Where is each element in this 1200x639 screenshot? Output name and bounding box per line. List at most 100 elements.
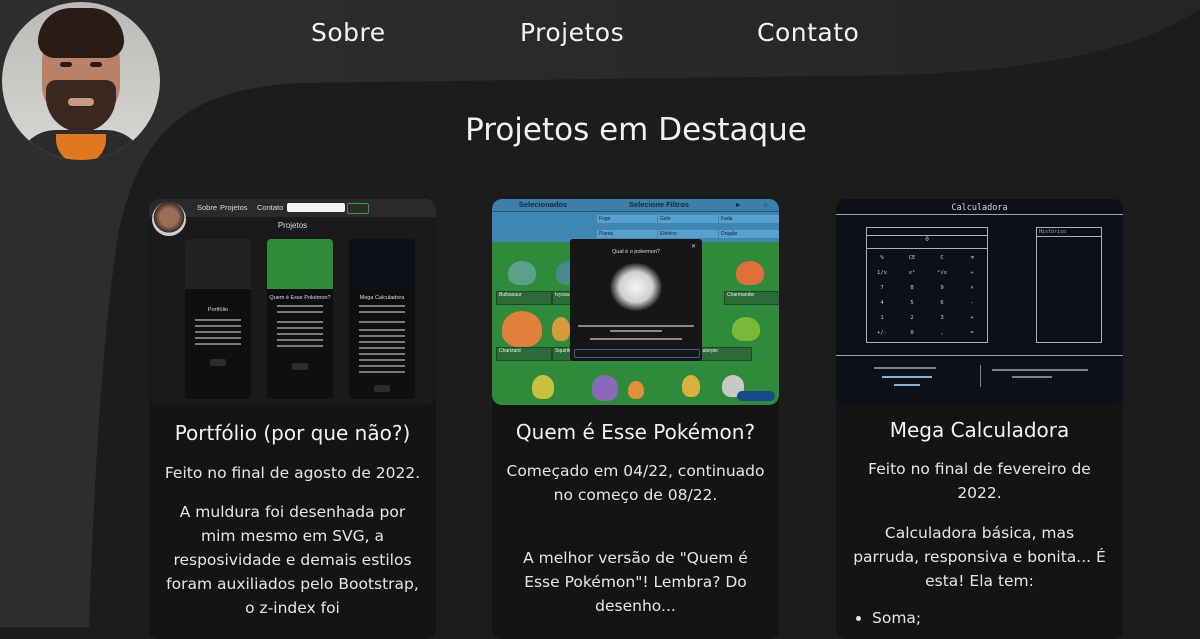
thumb-header: Selecione Filtros — [594, 199, 724, 212]
thumb-search-button — [347, 203, 369, 214]
thumb-card-line — [359, 329, 405, 331]
thumb-pokemon-label: Caterpie — [696, 347, 752, 361]
section-title: Projetos em Destaque — [465, 112, 807, 148]
thumb-calc-key: 1/x — [877, 270, 887, 276]
thumb-history-label: Histórico — [1039, 229, 1067, 235]
thumb-calc-key: 9 — [940, 285, 944, 291]
thumb-card-line — [359, 341, 405, 343]
thumb-calc-value: 0 — [925, 236, 929, 243]
thumb-pokemon-sprite — [592, 375, 618, 401]
nav-link-projetos[interactable]: Projetos — [520, 18, 624, 47]
thumb-calc-key: × — [970, 285, 974, 291]
avatar-eye — [60, 62, 72, 67]
thumb-pokemon-sprite — [532, 375, 554, 399]
thumb-card-line — [195, 331, 241, 333]
project-thumbnail[interactable]: Calculadora 0 % CE C ⌫ 1/x x² ²√x ÷ 7 8 … — [836, 199, 1123, 405]
thumb-card: Portfólio — [185, 239, 251, 399]
thumb-calc-key: 3 — [940, 315, 944, 321]
thumb-calc-key: C — [940, 255, 944, 261]
thumb-title: Calculadora — [951, 203, 1008, 213]
thumb-footer-line — [1012, 376, 1052, 378]
thumb-card-line — [359, 335, 405, 337]
thumb-calc-key: 5 — [910, 300, 914, 306]
thumb-card-title: Quem é Esse Pokémon? — [269, 295, 331, 301]
project-card-pokemon[interactable]: Selecionados Selecione Filtros ▸ ○ Fogo … — [492, 199, 779, 639]
thumb-pokemon-label: Ivysaur — [552, 291, 572, 305]
thumb-calc-key: ²√x — [937, 270, 947, 276]
card-paragraph: Feito no final de fevereiro de 2022. — [868, 460, 1091, 502]
thumb-calc-key: x² — [908, 270, 916, 276]
thumb-calc-key: 1 — [880, 315, 884, 321]
thumb-filter-chip: Gelo — [658, 215, 718, 223]
thumb-calc-key: = — [970, 330, 974, 336]
thumb-pokemon-sprite — [502, 311, 542, 347]
thumb-card-image — [185, 239, 251, 289]
thumb-avatar — [152, 202, 186, 236]
thumb-pokemon-label: Squirtle — [552, 347, 572, 361]
card-paragraph: A melhor versão de "Quem é Esse Pokémon"… — [523, 549, 748, 615]
project-card-portfolio[interactable]: Sobre Projetos Contato Projetos Portfóli… — [149, 199, 436, 639]
thumb-calc-key: +/- — [877, 330, 887, 336]
thumb-card-title: Mega Calculadora — [359, 295, 405, 301]
card-paragraph: A muldura foi desenhada por mim mesmo em… — [166, 503, 419, 617]
thumb-view-button — [374, 385, 390, 392]
thumb-pokemon-sprite — [628, 381, 644, 399]
thumb-card-line — [359, 321, 405, 323]
list-item: Soma; — [872, 609, 921, 627]
thumb-view-button — [210, 359, 226, 366]
thumb-footer-line — [874, 367, 936, 369]
thumb-filters-panel: Fogo Gelo Fada Planta Elétrico Dragão — [594, 212, 779, 242]
thumb-pokemon-sprite — [682, 375, 700, 397]
thumb-card-line — [277, 305, 323, 307]
thumb-card-line — [195, 343, 241, 345]
thumb-card: Mega Calculadora — [349, 239, 415, 399]
thumb-pokemon-sprite — [508, 261, 536, 285]
avatar-eye — [90, 62, 102, 67]
nav-link-contato[interactable]: Contato — [757, 18, 859, 47]
thumb-pokemon-sprite — [552, 317, 570, 341]
thumb-selected-panel — [492, 212, 594, 242]
thumb-card-line — [359, 365, 405, 367]
thumb-modal-line — [578, 325, 694, 327]
nav-link-sobre[interactable]: Sobre — [311, 18, 386, 47]
thumb-card-line — [195, 337, 241, 339]
project-thumbnail[interactable]: Selecionados Selecione Filtros ▸ ○ Fogo … — [492, 199, 779, 405]
thumb-history-panel: Histórico — [1036, 227, 1102, 343]
thumb-search-input — [287, 203, 345, 212]
card-title: Portfólio (por que não?) — [174, 421, 411, 445]
thumb-card-line — [277, 327, 323, 329]
thumb-footer-line — [882, 376, 932, 378]
thumb-card-line — [359, 359, 405, 361]
thumb-card-line — [359, 347, 405, 349]
card-paragraph: Feito no final de agosto de 2022. — [164, 464, 421, 482]
thumb-calculator: 0 % CE C ⌫ 1/x x² ²√x ÷ 7 8 9 × 4 5 6 - … — [866, 227, 988, 343]
thumb-filter-chip: Elétrico — [658, 230, 718, 238]
project-thumbnail[interactable]: Sobre Projetos Contato Projetos Portfóli… — [149, 199, 436, 405]
project-card-calculadora[interactable]: Calculadora 0 % CE C ⌫ 1/x x² ²√x ÷ 7 8 … — [836, 199, 1123, 639]
thumb-card-line — [277, 333, 323, 335]
thumb-card-line — [359, 371, 405, 373]
thumb-calc-key: 6 — [940, 300, 944, 306]
thumb-footer-divider — [980, 365, 981, 387]
thumb-modal-line — [610, 330, 662, 332]
thumb-play-icon: ▸ — [724, 199, 752, 212]
thumb-filter-chip: Dragão — [719, 230, 779, 238]
thumb-card-line — [359, 305, 405, 307]
thumb-card-line — [359, 311, 405, 313]
thumb-refresh-icon: ○ — [752, 199, 779, 212]
card-title: Quem é Esse Pokémon? — [515, 420, 756, 444]
thumb-header: Selecionados — [492, 199, 594, 212]
thumb-calc-key: 8 — [910, 285, 914, 291]
thumb-nav-item: Projetos — [220, 203, 248, 212]
card-title: Mega Calculadora — [889, 418, 1070, 442]
thumb-divider — [836, 355, 1123, 356]
thumb-pokemon-sprite — [732, 317, 760, 341]
thumb-card: Quem é Esse Pokémon? — [267, 239, 333, 399]
thumb-card-image — [349, 239, 415, 289]
thumb-calc-key: ⌫ — [970, 255, 974, 261]
feature-list: Soma; — [846, 609, 921, 627]
thumb-calc-key: - — [970, 300, 974, 306]
thumb-pokemon-label: Bulbasaur — [496, 291, 552, 305]
thumb-footer-line — [992, 369, 1088, 371]
thumb-nav-item: Sobre — [197, 203, 218, 212]
